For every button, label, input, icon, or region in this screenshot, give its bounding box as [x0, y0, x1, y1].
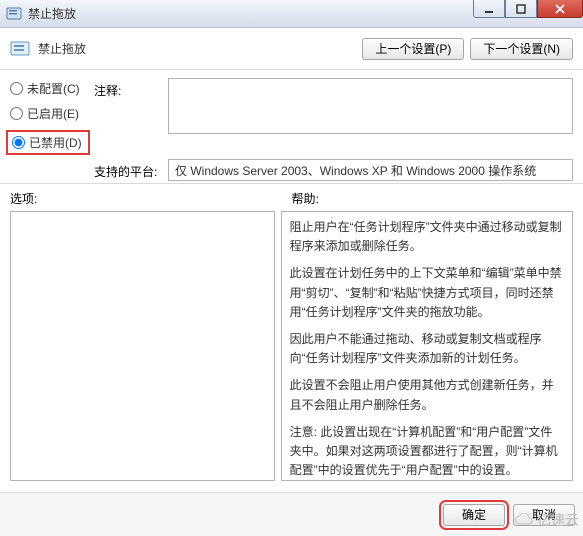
radio-disabled-input[interactable] [12, 136, 25, 149]
page-title: 禁止拖放 [38, 40, 86, 57]
content-boxes: 阻止用户在“任务计划程序”文件夹中通过移动或复制程序来添加或删除任务。 此设置在… [0, 211, 583, 481]
next-setting-button[interactable]: 下一个设置(N) [470, 38, 573, 60]
supported-platform-label: 支持的平台: [94, 159, 164, 180]
help-paragraph: 阻止用户在“任务计划程序”文件夹中通过移动或复制程序来添加或删除任务。 [290, 218, 564, 256]
options-box[interactable] [10, 211, 275, 481]
footer: 确定 取消 [0, 492, 583, 536]
help-paragraph: 注意: 此设置出现在“计算机配置”和“用户配置”文件夹中。如果对这两项设置都进行… [290, 423, 564, 481]
config-area: 未配置(C) 已启用(E) 已禁用(D) 注释: 支持的平台: 仅 Window… [0, 70, 583, 184]
help-paragraph: 此设置在计划任务中的上下文菜单和“编辑”菜单中禁用“剪切”、“复制”和“粘贴”快… [290, 264, 564, 322]
maximize-button[interactable] [505, 0, 537, 18]
help-label: 帮助: [292, 190, 574, 207]
radio-disabled[interactable]: 已禁用(D) [6, 130, 90, 155]
radio-not-configured[interactable]: 未配置(C) [10, 80, 90, 97]
radio-enabled-label: 已启用(E) [27, 105, 79, 122]
header-row: 禁止拖放 上一个设置(P) 下一个设置(N) [0, 28, 583, 70]
window-buttons [473, 0, 583, 18]
policy-icon [10, 39, 30, 59]
section-labels: 选项: 帮助: [0, 184, 583, 211]
help-paragraph: 此设置不会阻止用户使用其他方式创建新任务，并且不会阻止用户删除任务。 [290, 376, 564, 414]
radio-not-configured-input[interactable] [10, 82, 23, 95]
window-title: 禁止拖放 [28, 5, 76, 22]
supported-platform-text: 仅 Windows Server 2003、Windows XP 和 Windo… [175, 162, 536, 179]
comment-label: 注释: [94, 78, 164, 99]
options-label: 选项: [10, 190, 292, 207]
help-box[interactable]: 阻止用户在“任务计划程序”文件夹中通过移动或复制程序来添加或删除任务。 此设置在… [281, 211, 573, 481]
minimize-button[interactable] [473, 0, 505, 18]
radio-disabled-label: 已禁用(D) [29, 134, 82, 151]
previous-setting-button[interactable]: 上一个设置(P) [362, 38, 464, 60]
state-radio-group: 未配置(C) 已启用(E) 已禁用(D) [10, 78, 90, 155]
radio-enabled[interactable]: 已启用(E) [10, 105, 90, 122]
close-button[interactable] [537, 0, 583, 18]
titlebar: 禁止拖放 [0, 0, 583, 28]
ok-button[interactable]: 确定 [443, 504, 505, 526]
radio-not-configured-label: 未配置(C) [27, 80, 80, 97]
radio-enabled-input[interactable] [10, 107, 23, 120]
policy-icon [6, 6, 22, 22]
supported-platform-value: 仅 Windows Server 2003、Windows XP 和 Windo… [168, 159, 573, 181]
comment-textarea[interactable] [168, 78, 573, 134]
help-paragraph: 因此用户不能通过拖动、移动或复制文档或程序向“任务计划程序”文件夹添加新的计划任… [290, 330, 564, 368]
cancel-button[interactable]: 取消 [513, 504, 575, 526]
